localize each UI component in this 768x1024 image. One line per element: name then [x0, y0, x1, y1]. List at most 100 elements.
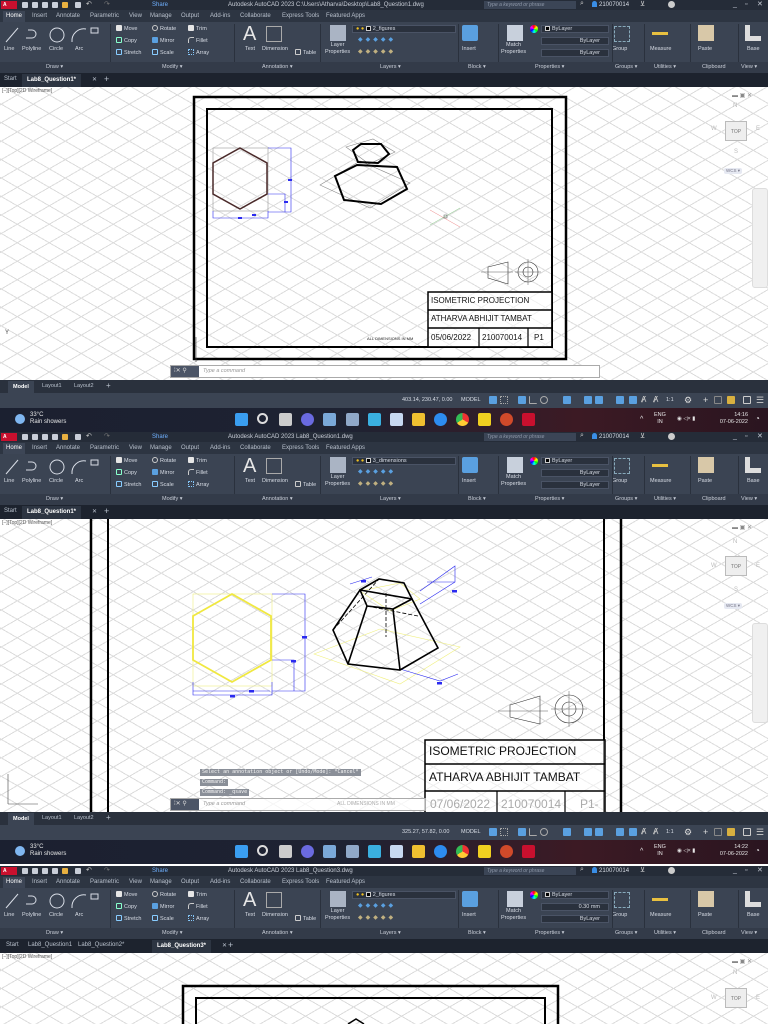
workspace-gear-icon[interactable]: ⚙ — [684, 396, 692, 405]
close-icon[interactable]: ✕ — [757, 0, 763, 10]
scale-tool[interactable]: Scale — [152, 915, 174, 922]
help-icon[interactable] — [668, 1, 675, 8]
infer-icon[interactable] — [518, 828, 526, 836]
panel-layers[interactable]: Layers ▾ — [380, 64, 401, 70]
new-tab-icon[interactable]: + — [104, 506, 109, 516]
panel-clipboard[interactable]: Clipboard — [702, 64, 726, 70]
panel-modify[interactable]: Modify ▾ — [162, 496, 183, 502]
tab-layout2[interactable]: Layout2 — [74, 815, 94, 821]
fillet-tool[interactable]: Fillet — [188, 37, 208, 44]
panel-view[interactable]: View ▾ — [741, 496, 757, 502]
lineweight-icon[interactable] — [616, 828, 624, 836]
panel-draw[interactable]: Draw ▾ — [46, 496, 63, 502]
autocad-taskbar-icon[interactable] — [522, 413, 535, 426]
zoom-icon[interactable] — [434, 413, 447, 426]
cart-icon[interactable]: ⊻ — [640, 432, 645, 440]
panel-block[interactable]: Block ▾ — [468, 496, 486, 502]
lineweight-dropdown[interactable]: 0.30 mm — [541, 903, 609, 911]
array-tool[interactable]: Array — [188, 481, 209, 488]
tab-manage[interactable]: Manage — [150, 12, 172, 20]
powerpoint-icon[interactable] — [500, 413, 513, 426]
compass-north[interactable]: N — [733, 970, 737, 976]
tab-insert[interactable]: Insert — [32, 12, 47, 20]
task-view-icon[interactable] — [279, 413, 292, 426]
fillet-tool[interactable]: Fillet — [188, 469, 208, 476]
search-input[interactable]: Type a keyword or phrase — [484, 433, 576, 441]
panel-view[interactable]: View ▾ — [741, 64, 757, 70]
base-button[interactable]: Base — [747, 912, 760, 918]
isodraft-icon[interactable] — [563, 828, 571, 836]
doc-tab[interactable]: Start — [4, 508, 17, 514]
command-input[interactable]: Type a command — [203, 366, 245, 377]
tab-parametric[interactable]: Parametric — [90, 12, 119, 20]
open-icon[interactable] — [32, 868, 38, 874]
new-tab-icon[interactable]: + — [228, 940, 233, 950]
calculator-icon[interactable] — [346, 413, 359, 426]
tab-output[interactable]: Output — [181, 12, 199, 20]
tray-overflow-icon[interactable]: ^ — [640, 848, 643, 855]
drawing-viewport-1[interactable]: [−][Top][2D Wireframe] Y ISOMETRIC PROJE… — [0, 87, 768, 380]
line-tool[interactable]: Line — [4, 912, 14, 918]
search-taskbar-icon[interactable] — [257, 845, 268, 856]
close-icon[interactable]: ✕ — [757, 432, 763, 442]
minimize-icon[interactable]: _ — [733, 866, 737, 876]
osnap-icon[interactable] — [595, 828, 603, 836]
tab-collaborate[interactable]: Collaborate — [240, 444, 271, 452]
plot-icon[interactable] — [75, 434, 81, 440]
save-icon[interactable] — [42, 2, 48, 8]
tab-view[interactable]: View — [129, 444, 142, 452]
copy-tool[interactable]: Copy — [116, 469, 137, 476]
tab-featured-apps[interactable]: Featured Apps — [326, 12, 365, 20]
panel-modify[interactable]: Modify ▾ — [162, 930, 183, 936]
help-icon[interactable] — [668, 433, 675, 440]
workspace-gear-icon[interactable]: ⚙ — [684, 828, 692, 837]
circle-tool[interactable]: Circle — [49, 478, 63, 484]
compass-east[interactable]: E — [756, 995, 760, 1001]
viewport-window-controls[interactable]: ▬ ▣ ✕ — [732, 958, 752, 965]
close-tab-icon[interactable]: ✕ — [92, 508, 97, 515]
lineweight-icon[interactable] — [616, 396, 624, 404]
layer-dropdown[interactable]: ● ● 2_figures — [352, 891, 456, 899]
tab-manage[interactable]: Manage — [150, 444, 172, 452]
dimension-tool[interactable]: Dimension — [262, 478, 288, 484]
teams-chat-icon[interactable] — [301, 845, 314, 858]
search-icon[interactable]: ⌕ — [580, 866, 584, 874]
array-tool[interactable]: Array — [188, 915, 209, 922]
redo-icon[interactable]: ↷ — [104, 1, 110, 8]
restore-icon[interactable]: ▫ — [745, 866, 747, 876]
panel-annotation[interactable]: Annotation ▾ — [262, 496, 293, 502]
tab-home[interactable]: Home — [3, 877, 26, 888]
insert-button[interactable]: Insert — [462, 46, 476, 52]
customize-menu-icon[interactable]: ☰ — [756, 396, 764, 405]
panel-block[interactable]: Block ▾ — [468, 930, 486, 936]
scale-tool[interactable]: Scale — [152, 49, 174, 56]
tab-add-ins[interactable]: Add-ins — [210, 878, 230, 886]
panel-clipboard[interactable]: Clipboard — [702, 930, 726, 936]
redo-icon[interactable]: ↷ — [104, 433, 110, 440]
ortho-icon[interactable] — [529, 396, 537, 404]
panel-annotation[interactable]: Annotation ▾ — [262, 930, 293, 936]
file-explorer-icon[interactable] — [412, 413, 425, 426]
rotate-tool[interactable]: Rotate — [152, 891, 176, 898]
chrome-icon[interactable] — [456, 413, 469, 426]
notifications-icon[interactable]: ◔ — [755, 415, 760, 423]
command-line[interactable]: ⁞✕ ⚲ Type a command — [170, 365, 600, 378]
layer-dropdown[interactable]: ● ● 2_figures — [352, 25, 456, 33]
panel-properties[interactable]: Properties ▾ — [535, 64, 564, 70]
close-icon[interactable]: ✕ — [757, 866, 763, 876]
save-as-icon[interactable] — [52, 868, 58, 874]
mirror-tool[interactable]: Mirror — [152, 903, 174, 910]
panel-draw[interactable]: Draw ▾ — [46, 64, 63, 70]
panel-utilities[interactable]: Utilities ▾ — [654, 930, 676, 936]
language-indicator[interactable]: ENG IN — [654, 412, 666, 426]
cart-icon[interactable]: ⊻ — [640, 866, 645, 874]
network-volume-battery-icons[interactable]: ◉ ◁× ▮ — [677, 848, 695, 855]
web-mobile-icon[interactable] — [62, 434, 68, 440]
command-line[interactable]: ⁞✕ ⚲ Type a command ALL DIMENSIONS IN MM — [170, 798, 426, 811]
user-account[interactable]: 210070014 — [592, 867, 629, 875]
match-properties-button[interactable]: Match Properties — [501, 42, 526, 56]
annotation-visibility-icon[interactable] — [629, 828, 637, 836]
layer-properties-button[interactable]: Layer Properties — [325, 474, 350, 488]
group-button[interactable]: Group — [612, 46, 627, 52]
tab-featured-apps[interactable]: Featured Apps — [326, 444, 365, 452]
